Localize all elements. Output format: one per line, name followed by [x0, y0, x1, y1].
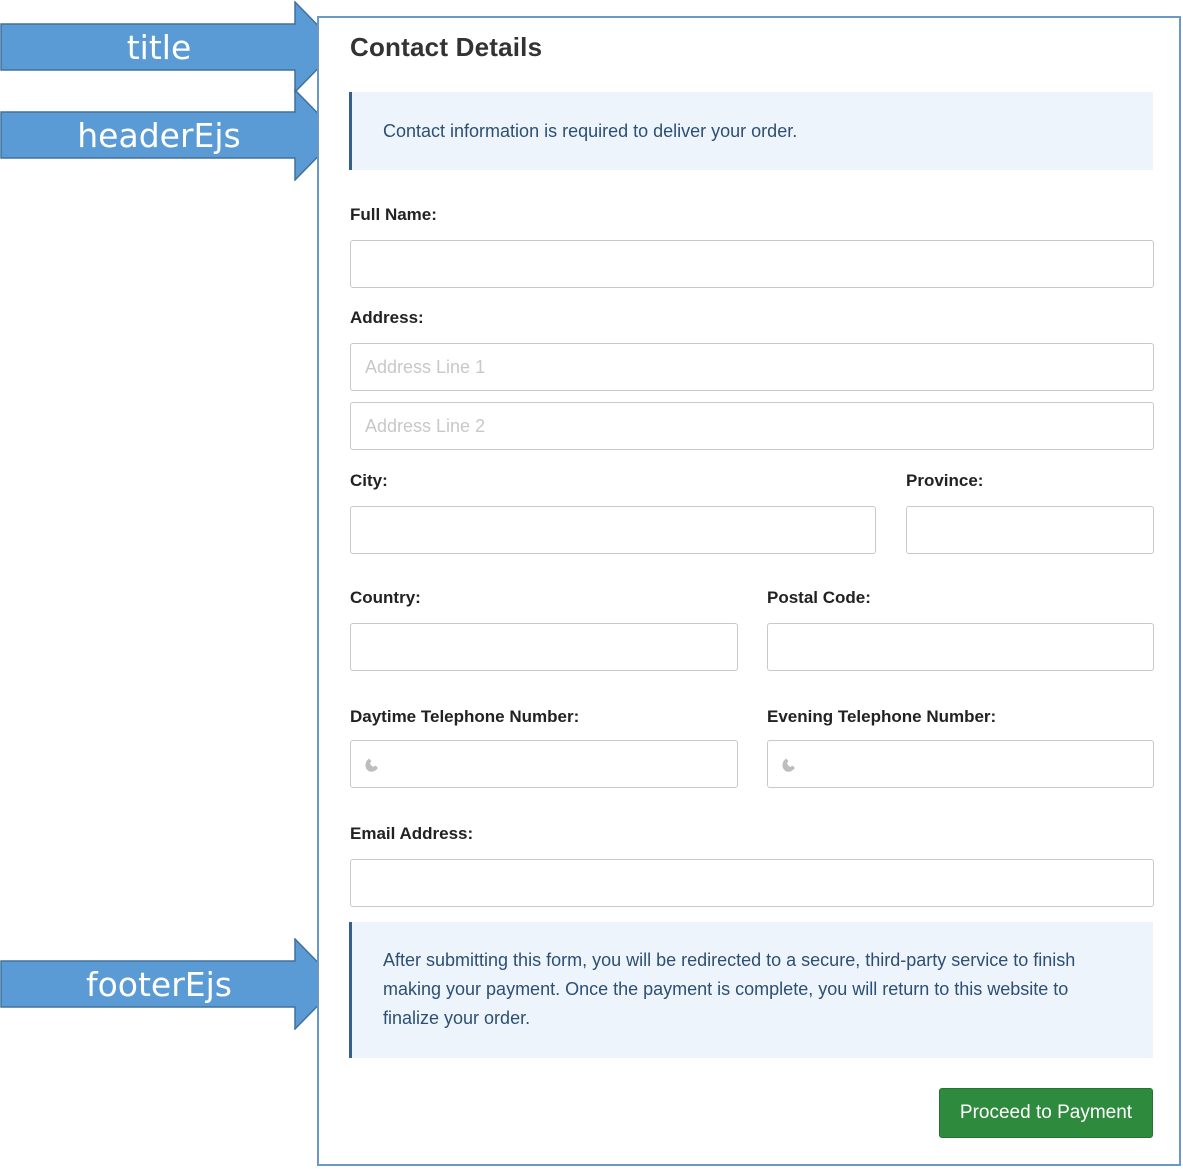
- footer-notice: After submitting this form, you will be …: [349, 922, 1153, 1058]
- footer-annotation-label: footerEjs: [85, 964, 233, 1004]
- header-notice: Contact information is required to deliv…: [349, 92, 1153, 170]
- daytime-phone-input[interactable]: [350, 740, 738, 788]
- postal-code-label: Postal Code:: [767, 588, 871, 607]
- phone-icon: [362, 753, 384, 775]
- header-notice-text: Contact information is required to deliv…: [383, 120, 798, 141]
- evening-phone-label: Evening Telephone Number:: [767, 707, 997, 726]
- address-line1-input[interactable]: [350, 343, 1154, 391]
- header-annotation-label: headerEjs: [77, 115, 241, 155]
- country-label: Country:: [350, 588, 421, 607]
- full-name-label: Full Name:: [350, 205, 437, 224]
- footer-annotation-arrow: footerEjs: [0, 938, 340, 1030]
- daytime-phone-field: [350, 740, 738, 788]
- footer-notice-text: After submitting this form, you will be …: [383, 950, 1076, 1028]
- email-input[interactable]: [350, 859, 1154, 907]
- proceed-to-payment-button[interactable]: Proceed to Payment: [939, 1088, 1153, 1138]
- phone-icon: [779, 753, 801, 775]
- evening-phone-input[interactable]: [767, 740, 1154, 788]
- email-label: Email Address:: [350, 824, 474, 843]
- contact-details-form: Contact Details Contact information is r…: [317, 16, 1181, 1166]
- address-line2-input[interactable]: [350, 402, 1154, 450]
- page-title: Contact Details: [350, 32, 543, 62]
- title-annotation-arrow: title: [0, 1, 340, 93]
- daytime-phone-label: Daytime Telephone Number:: [350, 707, 580, 726]
- evening-phone-field: [767, 740, 1154, 788]
- screenshot-stage: title headerEjs footerEjs Contact Detail…: [0, 0, 1183, 1169]
- province-label: Province:: [906, 471, 984, 490]
- postal-code-input[interactable]: [767, 623, 1154, 671]
- province-input[interactable]: [906, 506, 1154, 554]
- city-input[interactable]: [350, 506, 876, 554]
- city-label: City:: [350, 471, 388, 490]
- title-annotation-label: title: [126, 27, 192, 67]
- full-name-input[interactable]: [350, 240, 1154, 288]
- address-label: Address:: [350, 308, 424, 327]
- country-input[interactable]: [350, 623, 738, 671]
- header-annotation-arrow: headerEjs: [0, 89, 340, 181]
